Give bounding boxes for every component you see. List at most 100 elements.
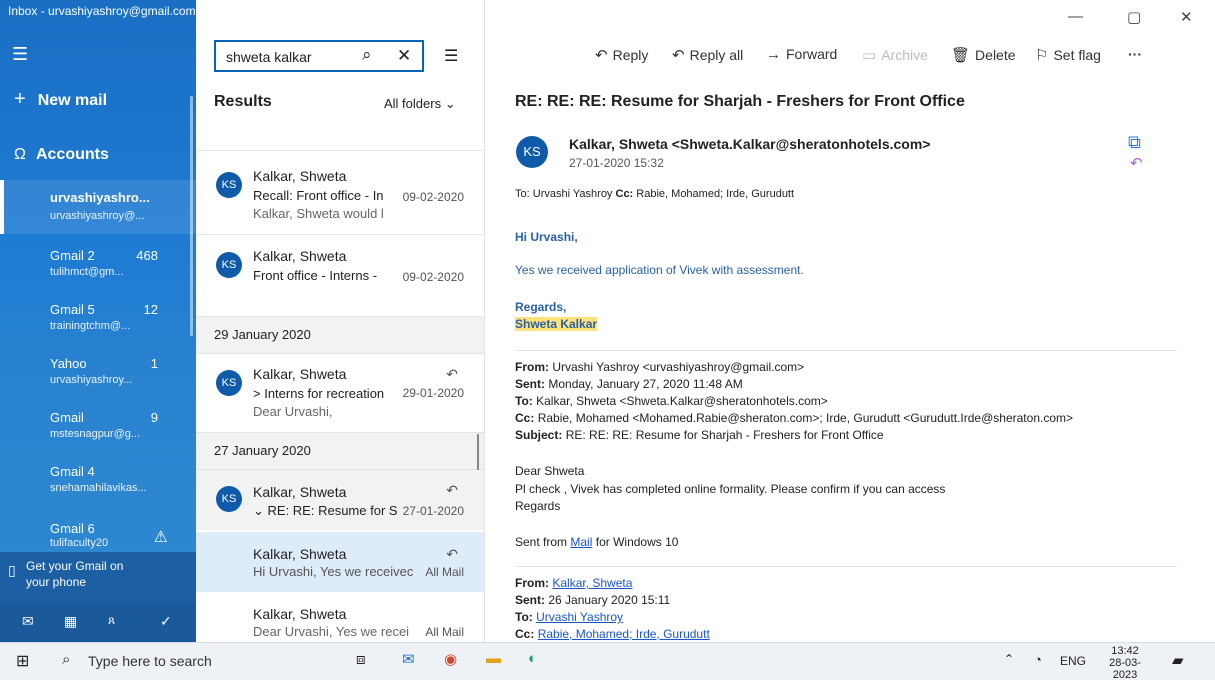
account-email: urvashiyashroy@... xyxy=(50,210,145,222)
from-value: Urvashi Yashroy <urvashiyashroy@gmail.co… xyxy=(552,360,805,374)
nav-scrollbar[interactable] xyxy=(190,96,193,336)
list-item[interactable]: KS Kalkar, Shweta Recall: Front office -… xyxy=(196,160,484,232)
forward-button[interactable]: → Forward xyxy=(766,46,837,63)
date-group-header: 27 January 2020 xyxy=(196,432,484,470)
set-flag-label: Set flag xyxy=(1053,47,1101,63)
open-new-window-icon[interactable]: ⧉ xyxy=(1128,132,1141,153)
mail-link[interactable]: Mail xyxy=(570,535,592,549)
account-item-primary[interactable]: urvashiyashro... urvashiyashroy@... xyxy=(0,180,196,234)
calendar-icon[interactable]: ▦ xyxy=(64,613,77,630)
search-input[interactable]: shweta kalkar xyxy=(226,49,312,65)
new-mail-label: New mail xyxy=(37,92,108,109)
replied-icon: ↶ xyxy=(446,482,458,498)
cc-label: Cc: xyxy=(515,627,535,641)
account-item-gmail-5[interactable]: Gmail 5 12 trainingtchm@... xyxy=(0,300,192,350)
mail-app-icon[interactable]: ✉ xyxy=(402,650,415,668)
taskbar-search-box[interactable]: ⌕ Type here to search xyxy=(50,649,330,673)
maximize-button[interactable]: ▢ xyxy=(1127,8,1141,26)
clear-search-icon[interactable]: ✕ xyxy=(397,46,411,66)
account-item-gmail[interactable]: Gmail 9 mstesnagpur@g... xyxy=(0,408,192,458)
minimize-button[interactable]: — xyxy=(1068,8,1083,25)
account-name: Gmail 4 xyxy=(50,464,95,479)
replied-icon: ↶ xyxy=(446,366,458,382)
to-value[interactable]: Urvashi Yashroy xyxy=(536,610,623,624)
subject-line: > Interns for recreation xyxy=(253,386,385,401)
filter-icon[interactable]: ☰ xyxy=(444,46,458,66)
from-value[interactable]: Kalkar, Shweta xyxy=(552,576,632,590)
unread-count: 12 xyxy=(143,302,158,317)
phone-icon: ▯ xyxy=(8,562,16,578)
sent-label: Sent: xyxy=(515,377,545,391)
archive-button[interactable]: ▭ Archive xyxy=(862,46,928,64)
account-email: tulihmct@gm... xyxy=(50,266,124,278)
list-item-selected[interactable]: Kalkar, Shweta ↶ Hi Urvashi, Yes we rece… xyxy=(196,532,484,592)
todo-icon[interactable]: ✓ xyxy=(160,613,172,630)
chevron-up-icon[interactable]: ⌃ xyxy=(1004,652,1014,666)
sender-name: Kalkar, Shweta xyxy=(253,366,347,382)
delete-button[interactable]: 🗑 Delete xyxy=(951,46,1016,64)
language-indicator[interactable]: ENG xyxy=(1060,654,1086,668)
set-flag-button[interactable]: ⚐ Set flag xyxy=(1035,46,1101,64)
accounts-header[interactable]: Ω Accounts xyxy=(14,146,109,164)
account-item-yahoo[interactable]: Yahoo 1 urvashiyashroy... xyxy=(0,354,192,404)
people-icon[interactable]: ጸ xyxy=(108,613,115,628)
sent-value: Monday, January 27, 2020 11:48 AM xyxy=(548,377,743,391)
quoted2-from: From: Kalkar, Shweta xyxy=(515,576,632,590)
search-icon[interactable]: ⌕ xyxy=(362,45,372,65)
reply-label: Reply xyxy=(612,47,649,63)
person-icon: Ω xyxy=(14,146,26,163)
sender-name: Kalkar, Shweta xyxy=(253,248,347,264)
sent-from-line: Sent from Mail for Windows 10 xyxy=(515,535,678,549)
quoted2-to: To: Urvashi Yashroy xyxy=(515,610,623,624)
all-folders-dropdown[interactable]: All folders ⌄ xyxy=(384,96,456,112)
date: 09-02-2020 xyxy=(402,190,464,204)
divider xyxy=(196,150,484,151)
chrome-icon[interactable]: ◉ xyxy=(444,650,457,668)
to-value: Kalkar, Shweta <Shweta.Kalkar@sheratonho… xyxy=(536,394,828,408)
task-view-icon[interactable]: ⧈ xyxy=(356,651,366,668)
unread-count: 468 xyxy=(136,248,158,263)
forward-label: Forward xyxy=(786,46,838,62)
sent-from-suffix: for Windows 10 xyxy=(595,535,679,549)
archive-label: Archive xyxy=(881,47,928,63)
clock[interactable]: 13:42 28-03-2023 xyxy=(1100,645,1150,681)
list-item-thread[interactable]: KS Kalkar, Shweta ↶ ⌄ RE: RE: Resume for… xyxy=(196,470,484,530)
close-button[interactable]: ✕ xyxy=(1180,8,1193,26)
network-icon[interactable]: ◔ xyxy=(1034,652,1042,667)
list-item[interactable]: KS Kalkar, Shweta Front office - Interns… xyxy=(196,240,484,300)
account-item-gmail-4[interactable]: Gmail 4 snehamahilavikas... xyxy=(0,462,192,512)
phone-promo-text: Get your Gmail on your phone xyxy=(26,559,124,589)
subject-line: Recall: Front office - In xyxy=(253,188,384,203)
quoted-cc: Cc: Rabie, Mohamed <Mohamed.Rabie@sherat… xyxy=(515,411,1073,425)
new-mail-button[interactable]: + New mail xyxy=(14,88,107,111)
to-label: To: xyxy=(515,610,533,624)
sender-address[interactable]: Kalkar, Shweta <Shweta.Kalkar@sheratonho… xyxy=(569,136,930,152)
notifications-icon[interactable]: ▰ xyxy=(1172,651,1184,669)
mail-icon[interactable]: ✉ xyxy=(22,613,34,630)
account-email: mstesnagpur@g... xyxy=(50,428,141,440)
list-item[interactable]: Kalkar, Shweta Dear Urvashi, Yes we rece… xyxy=(196,596,484,642)
sender-avatar: KS xyxy=(516,136,548,168)
hamburger-menu-icon[interactable]: ☰ xyxy=(12,44,28,65)
reply-button[interactable]: ↶ Reply xyxy=(595,46,648,64)
cc-value: Rabie, Mohamed <Mohamed.Rabie@sheraton.c… xyxy=(537,411,1073,425)
to-recipients[interactable]: Urvashi Yashroy xyxy=(533,188,613,200)
more-actions-button[interactable]: ··· xyxy=(1128,46,1142,62)
date: 29-01-2020 xyxy=(402,386,464,400)
list-item[interactable]: KS Kalkar, Shweta ↶ > Interns for recrea… xyxy=(196,358,484,428)
account-item-gmail-2[interactable]: Gmail 2 468 tulihmct@gm... xyxy=(0,246,192,296)
get-gmail-on-phone-promo[interactable]: ▯ Get your Gmail on your phone xyxy=(0,552,196,602)
accounts-label: Accounts xyxy=(35,146,109,163)
reply-all-button[interactable]: ↶ Reply all xyxy=(672,46,743,64)
cc-label: Cc: xyxy=(515,411,535,425)
account-name: Gmail 6 xyxy=(50,521,95,536)
clock-date: 28-03-2023 xyxy=(1109,657,1141,681)
search-box[interactable]: shweta kalkar ⌕ ✕ xyxy=(214,40,424,72)
subject-value: RE: RE: RE: Resume for Sharjah - Fresher… xyxy=(565,428,884,442)
cc-value[interactable]: Rabie, Mohamed; Irde, Gurudutt xyxy=(538,627,710,641)
cc-recipients[interactable]: Rabie, Mohamed; Irde, Gurudutt xyxy=(636,188,794,200)
file-explorer-icon[interactable]: ▬ xyxy=(486,650,501,667)
window-title: Inbox - urvashiyashroy@gmail.com xyxy=(8,4,196,18)
windows-start-icon[interactable]: ⊞ xyxy=(16,651,29,671)
edge-icon[interactable]: ◐ xyxy=(528,650,537,667)
